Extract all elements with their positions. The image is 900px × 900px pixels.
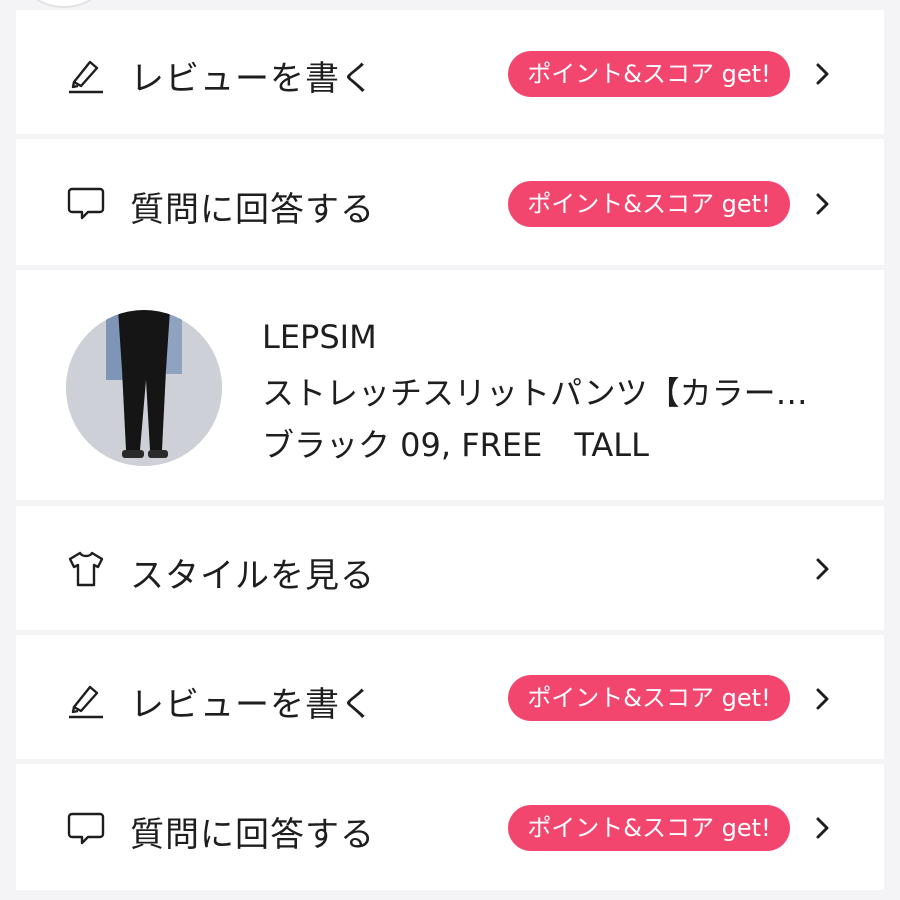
pencil-icon	[69, 685, 103, 719]
speech-bubble-icon	[67, 187, 105, 220]
write-review-row[interactable]: レビューを書く ポイント&スコア get!	[16, 635, 884, 759]
product-image	[66, 310, 222, 466]
product-card[interactable]: LEPSIM ストレッチスリットパンツ【カラー… ブラック 09, FREE T…	[16, 270, 884, 500]
speech-bubble-icon	[67, 812, 105, 845]
tshirt-icon	[68, 551, 104, 587]
points-score-badge: ポイント&スコア get!	[508, 181, 790, 227]
write-review-label: レビューを書く	[130, 685, 375, 725]
view-style-label: スタイルを見る	[130, 556, 375, 596]
product-brand: LEPSIM	[262, 318, 377, 356]
points-score-badge: ポイント&スコア get!	[508, 675, 790, 721]
pants-model-image	[66, 310, 222, 466]
partial-avatar	[20, 0, 108, 8]
answer-question-row[interactable]: 質問に回答する ポイント&スコア get!	[16, 139, 884, 265]
points-score-badge: ポイント&スコア get!	[508, 805, 790, 851]
answer-question-label: 質問に回答する	[130, 190, 375, 230]
chevron-right-icon	[816, 688, 829, 710]
page: レビューを書く ポイント&スコア get! 質問に回答する ポイント&スコア g…	[0, 0, 900, 900]
product-variant: ブラック 09, FREE TALL	[262, 426, 649, 464]
product-name: ストレッチスリットパンツ【カラー…	[262, 374, 808, 412]
chevron-right-icon	[816, 193, 829, 215]
chevron-right-icon	[816, 63, 829, 85]
pencil-icon	[69, 60, 103, 94]
write-review-row[interactable]: レビューを書く ポイント&スコア get!	[16, 10, 884, 134]
view-style-row[interactable]: スタイルを見る	[16, 506, 884, 630]
write-review-label: レビューを書く	[130, 59, 375, 99]
chevron-right-icon	[816, 558, 829, 580]
chevron-right-icon	[816, 817, 829, 839]
points-score-badge: ポイント&スコア get!	[508, 51, 790, 97]
answer-question-row[interactable]: 質問に回答する ポイント&スコア get!	[16, 764, 884, 890]
answer-question-label: 質問に回答する	[130, 815, 375, 855]
